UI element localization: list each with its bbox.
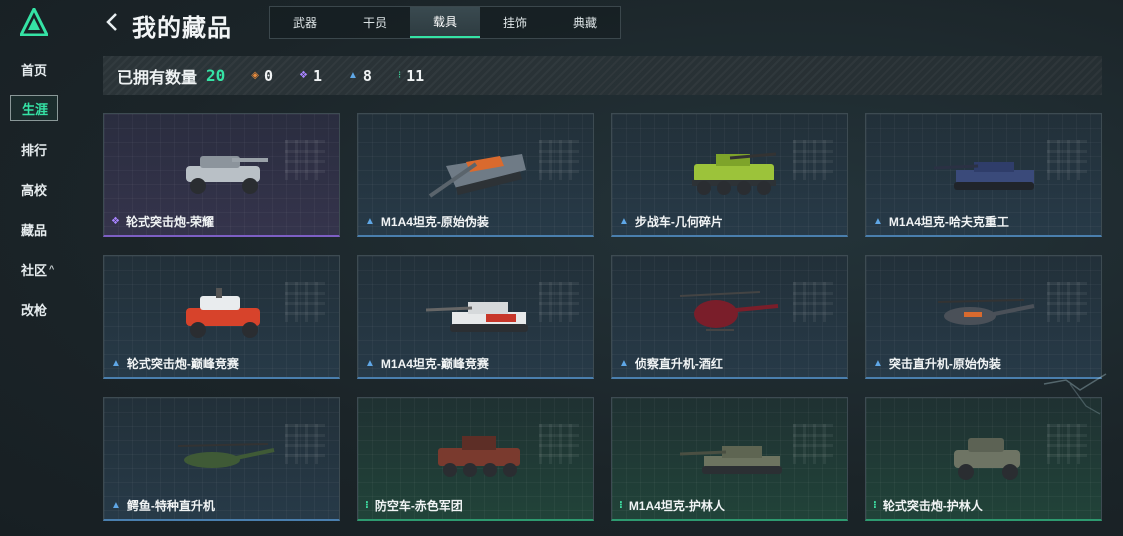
- vehicle-card[interactable]: ❖ 轮式突击炮-荣耀: [103, 113, 340, 237]
- vehicle-card-name: 轮式突击炮-荣耀: [125, 215, 214, 229]
- rarity-count-purple: ❖ 1: [299, 67, 322, 85]
- aa-vehicle-icon: [438, 436, 520, 477]
- sidebar-item-home[interactable]: 首页: [10, 56, 58, 82]
- vehicle-card-name: M1A4坦克-原始伪装: [380, 215, 489, 229]
- scout-helicopter-icon: [680, 291, 779, 331]
- sidebar-item-label: 高校: [21, 182, 48, 198]
- vehicle-card[interactable]: ▲ M1A4坦克-巅峰竞赛: [357, 255, 594, 379]
- sidebar-item-ranking[interactable]: 排行: [10, 136, 58, 162]
- vehicle-card[interactable]: ▲ 突击直升机-原始伪装: [865, 255, 1102, 379]
- vehicle-card[interactable]: ▲ 轮式突击炮-巅峰竞赛: [103, 255, 340, 379]
- blue-gem-icon: ▲: [619, 358, 629, 369]
- tank-vehicle-icon: [934, 162, 1034, 190]
- rarity-count-blue: ▲ 8: [348, 67, 372, 85]
- purple-gem-icon: ❖: [111, 216, 120, 227]
- rarity-count-orange: ◈ 0: [251, 67, 273, 85]
- vehicle-card-name: 侦察直升机-酒红: [634, 357, 723, 371]
- tank-vehicle-icon: [428, 154, 526, 198]
- blue-gem-icon: ▲: [365, 358, 375, 369]
- sidebar-item-career[interactable]: 生涯: [10, 95, 58, 121]
- sidebar-item-label: 改枪: [21, 302, 48, 318]
- tab-charms[interactable]: 挂饰: [480, 7, 550, 38]
- rarity-count-value: 1: [312, 66, 323, 85]
- sidebar-item-label: 排行: [21, 142, 48, 158]
- purple-gem-icon: ❖: [299, 70, 308, 81]
- sidebar-item-gun-mod[interactable]: 改枪: [10, 296, 58, 322]
- green-gem-icon: ⁝: [873, 500, 877, 511]
- sidebar-item-collection[interactable]: 藏品: [10, 216, 58, 242]
- page-title: 我的藏品: [132, 15, 232, 42]
- tab-collection[interactable]: 典藏: [550, 7, 620, 38]
- vehicle-card-name: 鳄鱼-特种直升机: [126, 499, 215, 513]
- blue-gem-icon: ▲: [873, 216, 883, 227]
- vehicle-card[interactable]: ⁝ M1A4坦克-护林人: [611, 397, 848, 521]
- vehicle-card-name: 步战车-几何碎片: [634, 215, 723, 229]
- assault-gun-vehicle-icon: [954, 438, 1020, 480]
- rarity-count-value: 0: [263, 66, 274, 85]
- vehicle-card-name: M1A4坦克-哈夫克重工: [888, 215, 1009, 229]
- vehicle-card[interactable]: ▲ 鳄鱼-特种直升机: [103, 397, 340, 521]
- blue-gem-icon: ▲: [619, 216, 629, 227]
- vehicle-card[interactable]: ▲ M1A4坦克-哈夫克重工: [865, 113, 1102, 237]
- sidebar: 首页 生涯 排行 高校 藏品 社区 ^ 改枪: [0, 0, 70, 536]
- assault-gun-vehicle-icon: [186, 156, 268, 194]
- chevron-up-icon: ^: [49, 264, 55, 274]
- blue-gem-icon: ▲: [365, 216, 375, 227]
- green-gem-icon: ⁝: [397, 70, 402, 81]
- app-logo-icon[interactable]: [20, 8, 48, 36]
- owned-count-value: 20: [206, 66, 226, 85]
- rarity-count-value: 8: [362, 66, 372, 85]
- orange-gem-icon: ◈: [251, 70, 259, 81]
- vehicle-card-name: 突击直升机-原始伪装: [888, 357, 1001, 371]
- assault-gun-vehicle-icon: [186, 288, 260, 338]
- vehicle-card-name: 轮式突击炮-护林人: [882, 499, 983, 513]
- vehicle-card[interactable]: ▲ 侦察直升机-酒红: [611, 255, 848, 379]
- tank-vehicle-icon: [426, 302, 528, 332]
- back-arrow-icon[interactable]: [104, 12, 120, 32]
- vehicle-card[interactable]: ⁝ 防空车-赤色军团: [357, 397, 594, 521]
- blue-gem-icon: ▲: [111, 358, 121, 369]
- green-gem-icon: ⁝: [365, 500, 369, 511]
- vehicle-card-name: M1A4坦克-巅峰竞赛: [380, 357, 489, 371]
- vehicle-card[interactable]: ▲ M1A4坦克-原始伪装: [357, 113, 594, 237]
- sidebar-item-label: 社区: [21, 262, 48, 278]
- rarity-count-value: 11: [406, 66, 425, 85]
- lightning-decoration-icon: [1043, 373, 1107, 415]
- rarity-count-green: ⁝ 11: [398, 67, 424, 85]
- sidebar-item-label: 藏品: [21, 222, 48, 238]
- vehicle-card-name: M1A4坦克-护林人: [628, 499, 725, 513]
- owned-count-label: 已拥有数量: [117, 69, 198, 87]
- sidebar-item-label: 首页: [21, 62, 48, 78]
- tab-operators[interactable]: 干员: [340, 7, 410, 38]
- green-gem-icon: ⁝: [619, 500, 623, 511]
- sidebar-item-community[interactable]: 社区 ^: [10, 256, 58, 282]
- blue-gem-icon: ▲: [348, 70, 358, 81]
- ownership-stats-bar: 已拥有数量 20 ◈ 0 ❖ 1 ▲ 8 ⁝ 11: [103, 56, 1102, 95]
- blue-gem-icon: ▲: [873, 358, 883, 369]
- tank-vehicle-icon: [680, 446, 782, 474]
- attack-helicopter-icon: [177, 443, 275, 468]
- ifv-vehicle-icon: [692, 152, 777, 195]
- sidebar-item-university[interactable]: 高校: [10, 176, 58, 202]
- attack-helicopter-icon: [937, 299, 1035, 325]
- sidebar-item-label: 生涯: [22, 101, 49, 117]
- tab-weapons[interactable]: 武器: [270, 7, 340, 38]
- category-tabs: 武器 干员 载具 挂饰 典藏: [269, 6, 621, 39]
- vehicle-card-name: 轮式突击炮-巅峰竞赛: [126, 357, 239, 371]
- vehicle-card[interactable]: ▲ 步战车-几何碎片: [611, 113, 848, 237]
- vehicle-skin-grid: ❖ 轮式突击炮-荣耀 ▲ M1A4坦克-原始伪装 ▲ 步战车-几何碎片 ▲ M1…: [103, 113, 1102, 523]
- tab-vehicles[interactable]: 载具: [410, 7, 480, 38]
- vehicle-card-name: 防空车-赤色军团: [374, 499, 463, 513]
- blue-gem-icon: ▲: [111, 500, 121, 511]
